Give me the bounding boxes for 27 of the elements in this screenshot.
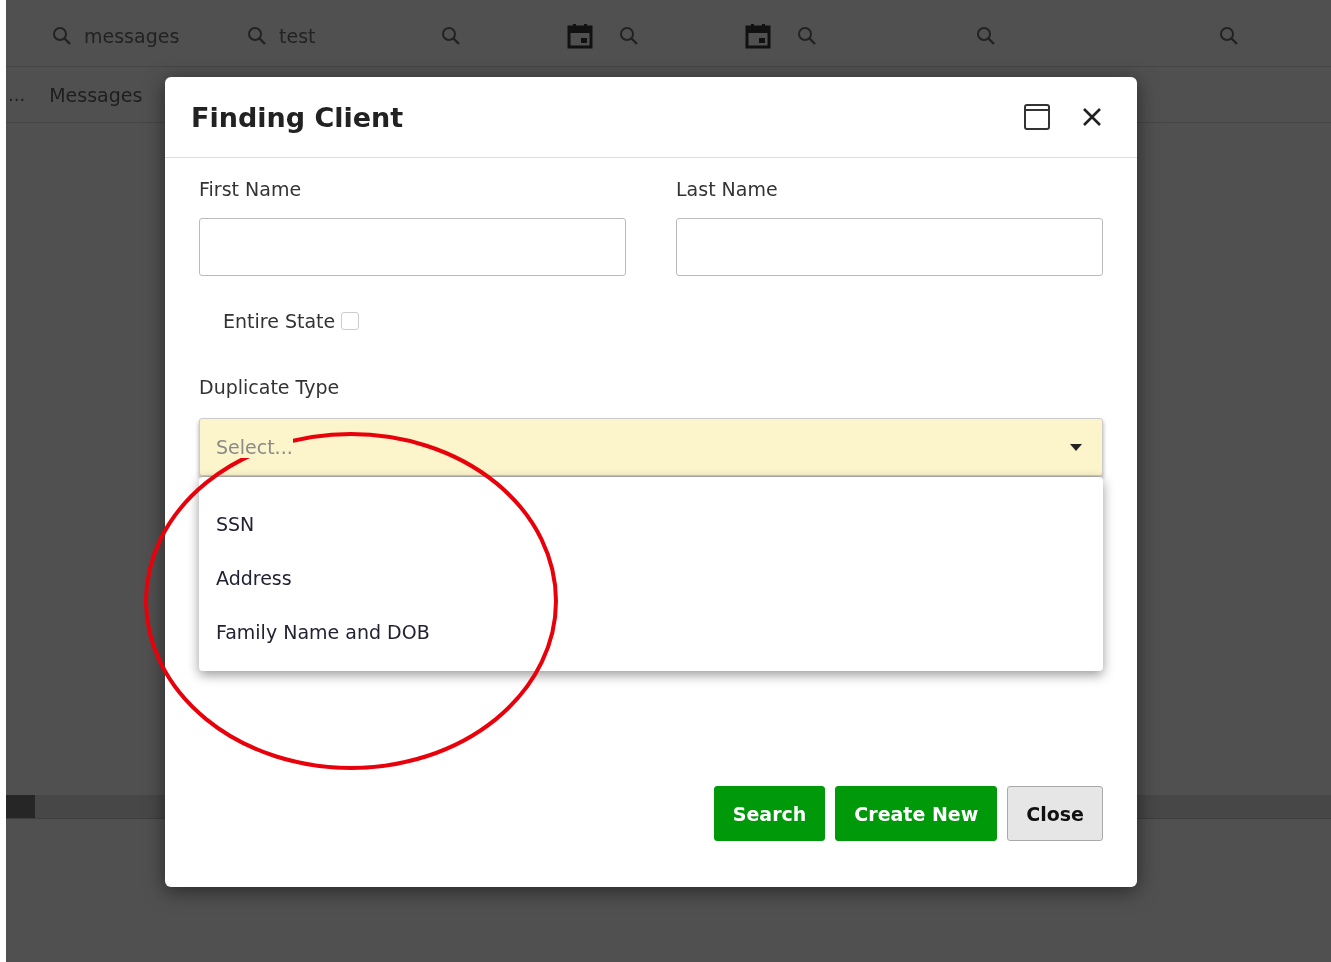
search-icon[interactable] [247, 25, 267, 46]
dialog-button[interactable]: Close [1007, 786, 1103, 841]
maximize-icon[interactable] [1023, 103, 1051, 131]
search-icon[interactable] [1219, 25, 1239, 46]
field-label: First Name [199, 178, 303, 200]
first-name-field[interactable] [199, 218, 626, 276]
field-label: Last Name [676, 178, 779, 200]
caret-icon [1070, 443, 1082, 451]
search-icon[interactable] [976, 25, 996, 46]
calendar-icon[interactable] [745, 22, 771, 49]
search-icon[interactable] [619, 25, 639, 46]
close-icon[interactable] [1081, 106, 1103, 128]
checkbox-label: Entire State [223, 310, 336, 332]
field-label: Duplicate Type [199, 376, 341, 398]
last-name-field[interactable] [676, 218, 1103, 276]
dropdown-option[interactable]: Family Name and DOB [199, 605, 1103, 659]
checkbox[interactable] [341, 312, 360, 330]
dropdown-option[interactable]: Address [199, 551, 1103, 605]
dialog-button[interactable]: Create New [835, 786, 998, 841]
search-icon[interactable] [797, 25, 817, 46]
search-icon[interactable] [441, 25, 461, 46]
dialog-button[interactable]: Search [713, 786, 826, 841]
search-icon[interactable] [52, 25, 72, 46]
dropdown-option[interactable]: SSN [199, 497, 1103, 551]
calendar-icon[interactable] [567, 22, 593, 49]
dialog-title: Finding Client [191, 101, 405, 133]
column-ellipsis: ... [7, 84, 26, 105]
